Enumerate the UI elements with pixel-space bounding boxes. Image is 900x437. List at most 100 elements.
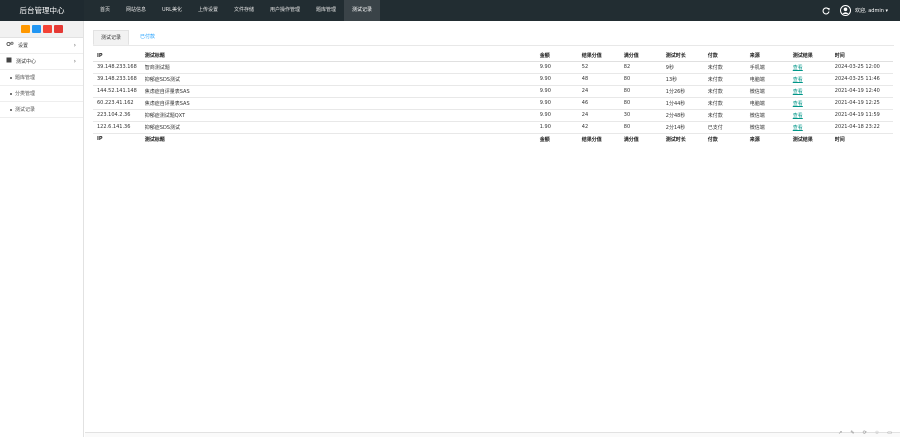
- table-row[interactable]: 39.148.233.168 抑郁症SDS测试 9.90 48 80 13秒 未…: [93, 73, 893, 86]
- nav-item-test-records[interactable]: 测试记录: [344, 0, 381, 21]
- nav-item-url-rewrite[interactable]: URL美化: [154, 0, 190, 21]
- cell-result-link[interactable]: 查看: [788, 109, 831, 122]
- cell-result-link[interactable]: 查看: [788, 121, 831, 134]
- cell-score: 24: [577, 85, 620, 98]
- header-full-score[interactable]: 满分值: [619, 51, 662, 62]
- header-payment[interactable]: 付款: [703, 51, 746, 62]
- header-amount[interactable]: 金额: [535, 51, 578, 62]
- quick-btn-doc-icon[interactable]: [31, 25, 41, 33]
- header-ip[interactable]: IP: [93, 51, 141, 62]
- cell-duration: 9秒: [661, 61, 704, 74]
- table-row[interactable]: 39.148.233.168 智商测试题 9.90 52 82 9秒 未付款 手…: [93, 61, 893, 74]
- nav-item-site-info[interactable]: 网站信息: [118, 0, 154, 21]
- table-row[interactable]: 122.6.141.36 抑郁症SDS测试 1.90 42 80 2分14秒 已…: [93, 121, 893, 134]
- sidebar-item-test-center[interactable]: 测试中心 ›: [0, 54, 83, 70]
- tab-test-records[interactable]: 测试记录: [93, 30, 130, 45]
- cell-duration: 1分44秒: [661, 97, 704, 110]
- cell-payment: 已支付: [703, 121, 746, 134]
- cell-score: 46: [577, 97, 620, 110]
- cell-ip: 39.148.233.168: [93, 61, 141, 74]
- cell-score: 42: [577, 121, 620, 134]
- cell-title: 抑郁症测试题QXT: [140, 109, 536, 122]
- quick-buttons: [0, 21, 83, 38]
- quick-btn-settings-icon[interactable]: [53, 25, 63, 33]
- quick-btn-chart-icon[interactable]: [20, 25, 30, 33]
- user-name[interactable]: 欢迎, admin ▾: [855, 7, 888, 14]
- brand-title[interactable]: 后台管理中心: [0, 0, 84, 21]
- cell-ip: 122.6.141.36: [93, 121, 141, 134]
- cell-title: 焦虑症自评量表SAS: [140, 97, 536, 110]
- chevron-right-icon: ›: [73, 58, 76, 65]
- cell-payment: 未付款: [703, 73, 746, 86]
- sidebar: 设置 › 测试中心 › 题库管理 分类管理 测试记录: [0, 21, 84, 437]
- tab-paid[interactable]: 已付款: [133, 30, 162, 45]
- sidebar-item-label: 测试中心: [16, 58, 37, 65]
- footer-payment: 付款: [707, 136, 718, 143]
- refresh-icon[interactable]: [822, 6, 830, 15]
- cell-duration: 1分26秒: [661, 85, 704, 98]
- nav-item-user-ops[interactable]: 用户操作管理: [262, 0, 308, 21]
- sidebar-subitem-question-bank[interactable]: 题库管理: [0, 70, 83, 86]
- cell-time: 2024-03-25 12:00: [830, 61, 893, 74]
- sidebar-item-label: 设置: [18, 42, 29, 49]
- share-icon[interactable]: ↗: [838, 430, 842, 436]
- header-score[interactable]: 结果分值: [577, 51, 620, 62]
- cell-title: 智商测试题: [140, 61, 536, 74]
- cell-amount: 9.90: [535, 97, 578, 110]
- folder-icon[interactable]: ▭: [887, 430, 892, 436]
- footer-duration: 测试时长: [665, 136, 686, 143]
- bullet-icon: [10, 92, 12, 95]
- cell-result-link[interactable]: 查看: [788, 73, 831, 86]
- comment-icon[interactable]: ✎: [850, 430, 854, 436]
- cell-payment: 未付款: [703, 61, 746, 74]
- quick-btn-delete-icon[interactable]: [42, 25, 52, 33]
- cell-time: 2024-03-25 11:46: [830, 73, 893, 86]
- cell-result-link[interactable]: 查看: [788, 85, 831, 98]
- footer-score: 结果分值: [581, 136, 602, 143]
- sidebar-subitem-category[interactable]: 分类管理: [0, 86, 83, 102]
- tab-bar: 测试记录 已付款: [93, 30, 162, 45]
- header-time[interactable]: 时间: [830, 51, 893, 62]
- cell-score: 24: [577, 109, 620, 122]
- header-source[interactable]: 来源: [745, 51, 789, 62]
- cell-payment: 未付款: [703, 97, 746, 110]
- header-title[interactable]: 测试标题: [140, 51, 536, 62]
- cell-source: 手机端: [745, 61, 789, 74]
- header-result[interactable]: 测试结果: [788, 51, 831, 62]
- cell-full-score: 30: [619, 109, 662, 122]
- cell-ip: 60.223.41.162: [93, 97, 141, 110]
- cell-time: 2021-04-18 23:22: [830, 121, 893, 134]
- cell-time: 2021-04-19 12:40: [830, 85, 893, 98]
- star-icon[interactable]: ☆: [875, 430, 879, 436]
- user-menu[interactable]: 欢迎, admin ▾: [840, 5, 888, 16]
- nav-item-upload-settings[interactable]: 上传设置: [190, 0, 226, 21]
- top-right-tools: 欢迎, admin ▾: [822, 0, 888, 21]
- table-row[interactable]: 223.104.2.36 抑郁症测试题QXT 9.90 24 30 2分48秒 …: [93, 109, 893, 122]
- bullet-icon: [10, 108, 12, 111]
- cell-time: 2021-04-19 11:59: [830, 109, 893, 122]
- nav-item-file-storage[interactable]: 文件存储: [226, 0, 262, 21]
- table-row[interactable]: 144.52.141.148 焦虑症自评量表SAS 9.90 24 80 1分2…: [93, 85, 893, 98]
- footer-time: 时间: [834, 136, 845, 143]
- cell-ip: 223.104.2.36: [93, 109, 141, 122]
- cell-result-link[interactable]: 查看: [788, 61, 831, 74]
- refresh-icon[interactable]: ⟳: [863, 430, 867, 436]
- sidebar-item-settings[interactable]: 设置 ›: [0, 38, 83, 54]
- cell-payment: 未付款: [703, 85, 746, 98]
- avatar[interactable]: [840, 5, 852, 16]
- cell-amount: 9.90: [535, 73, 578, 86]
- top-bar: 后台管理中心 首页 网站信息 URL美化 上传设置 文件存储 用户操作管理 题库…: [0, 0, 900, 21]
- nav-item-question-bank[interactable]: 题库管理: [308, 0, 344, 21]
- header-duration[interactable]: 测试时长: [661, 51, 704, 62]
- cell-result-link[interactable]: 查看: [788, 97, 831, 110]
- nav-item-home[interactable]: 首页: [92, 0, 118, 21]
- table-header-row: IP 测试标题 金额 结果分值 满分值 测试时长 付款 来源 测试结果 时间: [93, 51, 893, 62]
- cell-full-score: 80: [619, 73, 662, 86]
- sidebar-subitem-label: 分类管理: [15, 91, 36, 97]
- sidebar-subitem-test-records[interactable]: 测试记录: [0, 102, 83, 118]
- cell-amount: 9.90: [535, 109, 578, 122]
- table-row[interactable]: 60.223.41.162 焦虑症自评量表SAS 9.90 46 80 1分44…: [93, 97, 893, 110]
- cell-full-score: 80: [619, 85, 662, 98]
- cell-title: 抑郁症SDS测试: [140, 121, 536, 134]
- main-content: 测试记录 已付款 IP 测试标题 金额 结果分值 满分值 测试时长 付款 来源 …: [85, 21, 900, 432]
